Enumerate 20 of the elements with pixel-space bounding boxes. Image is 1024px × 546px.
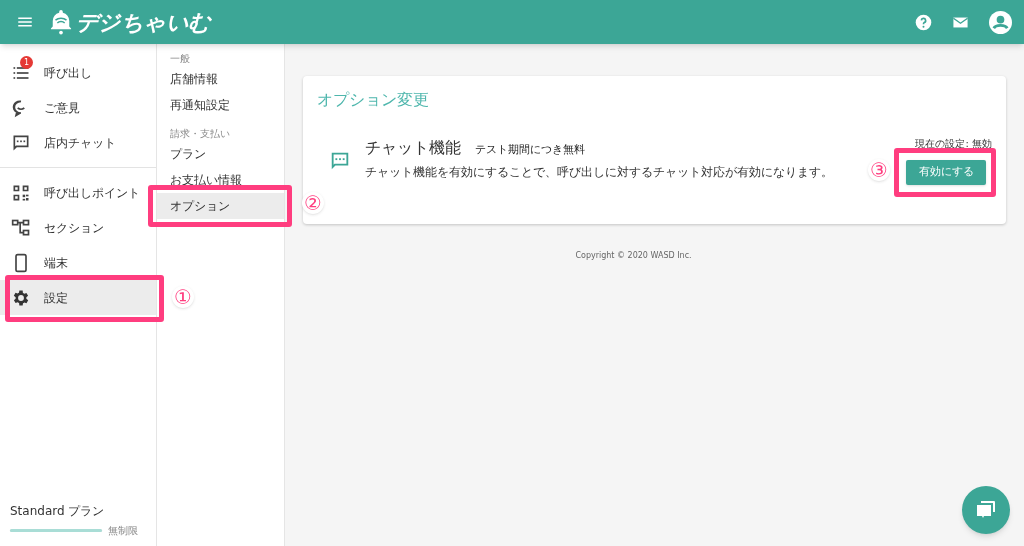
card-title: オプション変更 xyxy=(317,89,430,111)
option-note: テスト期間につき無料 xyxy=(475,142,585,158)
chat-button[interactable] xyxy=(962,486,1010,534)
plan-limit: 無制限 xyxy=(108,524,138,538)
settings-menu-item[interactable]: オプション xyxy=(157,193,284,219)
option-name: チャット機能 xyxy=(365,137,461,159)
plan-name: Standard プラン xyxy=(9,503,106,520)
bell-icon xyxy=(50,8,72,36)
nav-item[interactable]: 設定 xyxy=(0,280,156,315)
step-number: ③ xyxy=(868,159,890,181)
section-heading: 請求・支払い xyxy=(169,126,231,141)
account-icon[interactable] xyxy=(989,10,1012,34)
help-icon[interactable] xyxy=(915,13,932,31)
step-number: ② xyxy=(302,192,324,214)
hierarchy-icon xyxy=(11,217,31,238)
section-heading: 一般 xyxy=(169,51,191,66)
current-setting: 現在の設定: 無効 xyxy=(915,137,992,151)
option-description: チャット機能を有効にすることで、呼び出しに対するチャット対応が有効になります。 xyxy=(365,164,833,181)
app-logo: デジちゃいむ xyxy=(76,8,211,37)
copyright-text: Copyright © 2020 WASD Inc. xyxy=(575,250,692,262)
